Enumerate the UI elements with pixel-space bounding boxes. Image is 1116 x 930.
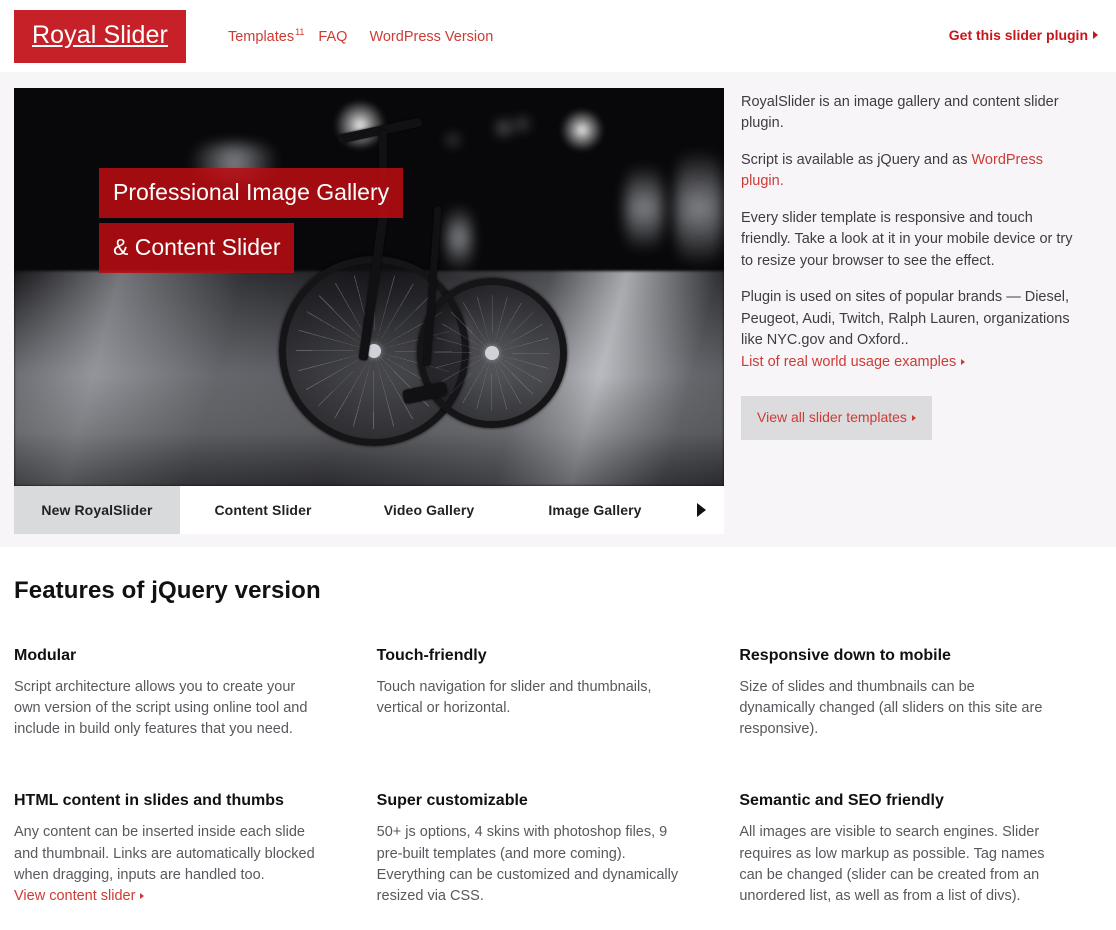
feature-body: Touch navigation for slider and thumbnai… xyxy=(376,679,652,717)
usage-examples-label: List of real world usage examples xyxy=(741,353,957,370)
site-header: Royal Slider Templates11 FAQ WordPress V… xyxy=(0,0,1116,72)
feature-body: 50+ js options, 4 skins with photoshop f… xyxy=(376,824,679,904)
nav-item-wordpress-version[interactable]: WordPress Version xyxy=(369,29,493,45)
royal-slider[interactable]: Professional Image Gallery & Content Sli… xyxy=(14,88,724,547)
feature-super-customizable: Super customizable 50+ js options, 4 ski… xyxy=(377,792,740,907)
feature-modular: Modular Script architecture allows you t… xyxy=(14,647,377,740)
get-plugin-button[interactable]: Get this slider plugin xyxy=(949,27,1098,43)
triangle-right-icon xyxy=(1093,31,1098,39)
nav-item-templates-label: Templates xyxy=(227,28,295,45)
triangle-right-icon xyxy=(696,503,706,517)
feature-body: Size of slides and thumbnails can be dyn… xyxy=(739,679,1043,738)
feature-title: HTML content in slides and thumbs xyxy=(14,792,284,810)
triangle-right-icon xyxy=(140,892,145,899)
hero-paragraph-1: RoyalSlider is an image gallery and cont… xyxy=(741,94,1059,132)
photo-bokeh-5 xyxy=(674,128,724,288)
feature-title: Super customizable xyxy=(376,792,528,810)
photo-bokeh-4 xyxy=(624,148,664,268)
feature-title: Semantic and SEO friendly xyxy=(739,792,944,810)
hero-paragraph-2-text: Script is available as jQuery and as xyxy=(741,151,972,168)
view-all-templates-label: View all slider templates xyxy=(757,408,907,425)
night-street-photo xyxy=(14,88,724,486)
feature-body: Any content can be inserted inside each … xyxy=(14,824,315,883)
feature-title: Modular xyxy=(14,647,77,664)
main-nav: Templates11 FAQ WordPress Version xyxy=(228,27,493,45)
photo-bokeh-3 xyxy=(446,133,460,147)
tab-new-royalslider[interactable]: New RoyalSlider xyxy=(14,486,180,534)
slide-caption-line2: & Content Slider xyxy=(99,223,295,273)
view-all-templates-button[interactable]: View all slider templates xyxy=(741,395,932,440)
photo-bokeh-1 xyxy=(494,118,514,138)
get-plugin-label: Get this slider plugin xyxy=(948,27,1088,43)
site-logo[interactable]: Royal Slider xyxy=(14,9,186,63)
photo-bicycle-front-wheel xyxy=(417,278,567,428)
photo-streetlamp xyxy=(559,110,605,150)
tabs-next-button[interactable] xyxy=(678,486,724,534)
photo-bicycle xyxy=(279,117,609,486)
triangle-right-icon xyxy=(961,358,966,365)
features-title: Features of jQuery version xyxy=(14,577,321,604)
hero-paragraph-4-text: Plugin is used on sites of popular brand… xyxy=(741,289,1070,349)
view-content-slider-link[interactable]: View content slider xyxy=(14,887,145,904)
view-content-slider-label: View content slider xyxy=(14,887,136,904)
slider-tabs: New RoyalSlider Content Slider Video Gal… xyxy=(14,486,724,534)
slide-caption-line1: Professional Image Gallery xyxy=(99,168,404,218)
features-section: Features of jQuery version Modular Scrip… xyxy=(0,547,1116,908)
feature-title: Responsive down to mobile xyxy=(739,647,951,664)
feature-body: All images are visible to search engines… xyxy=(739,824,1045,904)
photo-hub xyxy=(485,346,499,360)
tab-video-gallery[interactable]: Video Gallery xyxy=(346,486,512,534)
photo-bokeh-2 xyxy=(514,116,530,132)
nav-item-templates-count: 11 xyxy=(295,27,305,38)
hero-section: Professional Image Gallery & Content Sli… xyxy=(0,72,1116,547)
tab-image-gallery[interactable]: Image Gallery xyxy=(512,486,678,534)
slide-image[interactable]: Professional Image Gallery & Content Sli… xyxy=(14,88,724,486)
nav-item-faq[interactable]: FAQ xyxy=(318,29,347,45)
features-row-2: HTML content in slides and thumbs Any co… xyxy=(14,792,1102,907)
feature-touch-friendly: Touch-friendly Touch navigation for slid… xyxy=(377,647,740,740)
hero-description-panel: RoyalSlider is an image gallery and cont… xyxy=(724,88,1084,547)
feature-body: Script architecture allows you to create… xyxy=(14,679,308,738)
triangle-right-icon xyxy=(911,414,916,421)
hero-paragraph-4: Plugin is used on sites of popular brand… xyxy=(741,287,1074,373)
feature-title: Touch-friendly xyxy=(376,647,487,664)
tab-content-slider[interactable]: Content Slider xyxy=(180,486,346,534)
feature-responsive-down-to-mobile: Responsive down to mobile Size of slides… xyxy=(739,647,1102,740)
nav-item-templates[interactable]: Templates11 xyxy=(228,27,304,45)
usage-examples-link[interactable]: List of real world usage examples xyxy=(741,353,966,370)
feature-semantic-seo-friendly: Semantic and SEO friendly All images are… xyxy=(739,792,1102,907)
feature-html-content: HTML content in slides and thumbs Any co… xyxy=(14,792,377,907)
features-row-1: Modular Script architecture allows you t… xyxy=(14,647,1102,740)
hero-paragraph-3: Every slider template is responsive and … xyxy=(741,209,1073,269)
hero-paragraph-2: Script is available as jQuery and as Wor… xyxy=(741,150,1074,193)
